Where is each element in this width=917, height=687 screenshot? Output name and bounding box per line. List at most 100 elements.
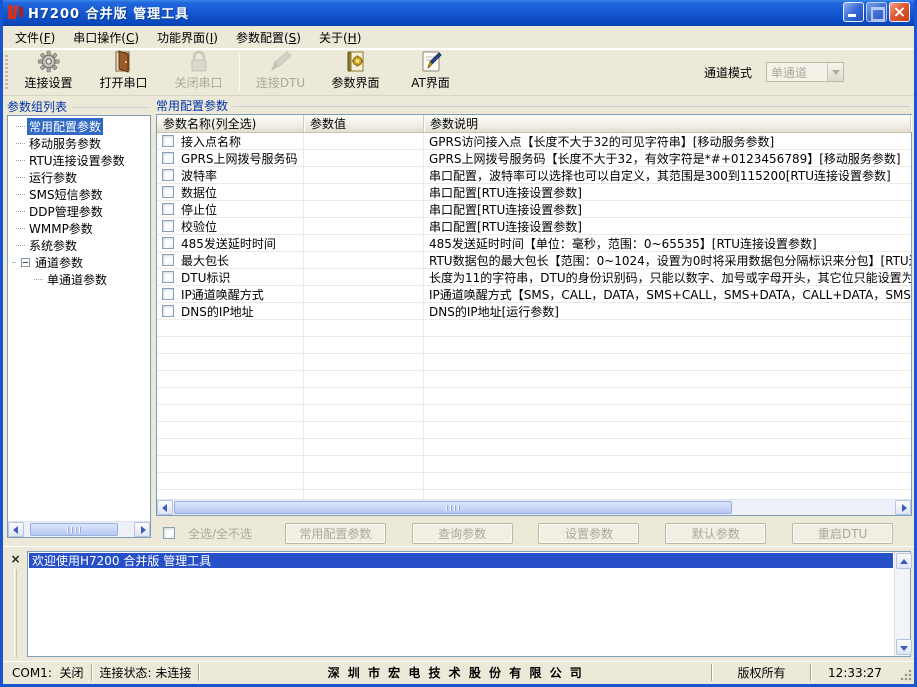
menu-param-config[interactable]: 参数配置(S) bbox=[227, 26, 310, 49]
common-params-button[interactable]: 常用配置参数 bbox=[285, 523, 386, 544]
row-checkbox[interactable] bbox=[162, 220, 174, 232]
row-checkbox[interactable] bbox=[162, 203, 174, 215]
param-value-cell[interactable] bbox=[304, 269, 424, 285]
table-row-7[interactable]: 最大包长RTU数据包的最大包长【范围：0~1024，设置为0时将采用数据包分隔标… bbox=[157, 252, 911, 269]
scroll-down-icon[interactable] bbox=[896, 639, 912, 655]
log-line-0[interactable]: 欢迎使用H7200 合并版 管理工具 bbox=[29, 553, 893, 568]
header-rule bbox=[72, 107, 149, 108]
param-value-cell[interactable] bbox=[304, 439, 424, 455]
param-value-cell[interactable] bbox=[304, 167, 424, 183]
param-value-cell[interactable] bbox=[304, 490, 424, 499]
minimize-button[interactable] bbox=[843, 2, 864, 22]
tree-item-8[interactable]: 通道参数 bbox=[8, 254, 150, 271]
menu-serial-ops[interactable]: 串口操作(C) bbox=[64, 26, 148, 49]
table-row-0[interactable]: 接入点名称GPRS访问接入点【长度不大于32的可见字符串】[移动服务参数] bbox=[157, 133, 911, 150]
param-value-cell[interactable] bbox=[304, 184, 424, 200]
param-description-cell bbox=[424, 456, 911, 472]
tree-scroll-thumb[interactable] bbox=[30, 523, 118, 536]
tree-item-6[interactable]: WMMP参数 bbox=[8, 220, 150, 237]
menu-function-ui[interactable]: 功能界面(I) bbox=[148, 26, 227, 49]
log-vertical-scrollbar[interactable] bbox=[894, 552, 910, 656]
param-value-cell[interactable] bbox=[304, 405, 424, 421]
at-ui-button[interactable]: AT界面 bbox=[393, 49, 468, 95]
table-row-10[interactable]: DNS的IP地址DNS的IP地址[运行参数] bbox=[157, 303, 911, 320]
param-value-cell[interactable] bbox=[304, 371, 424, 387]
tree-item-7[interactable]: 系统参数 bbox=[8, 237, 150, 254]
row-checkbox[interactable] bbox=[162, 152, 174, 164]
param-value-cell[interactable] bbox=[304, 337, 424, 353]
scroll-right-icon[interactable] bbox=[895, 500, 911, 515]
tree-item-4[interactable]: SMS短信参数 bbox=[8, 186, 150, 203]
connect-dtu-button[interactable]: 连接DTU bbox=[243, 49, 318, 95]
select-all-checkbox[interactable] bbox=[163, 527, 175, 539]
param-value-cell[interactable] bbox=[304, 422, 424, 438]
column-header-value[interactable]: 参数值 bbox=[304, 115, 424, 132]
close-button[interactable] bbox=[889, 2, 910, 22]
table-row-3[interactable]: 数据位串口配置[RTU连接设置参数] bbox=[157, 184, 911, 201]
param-value-cell[interactable] bbox=[304, 473, 424, 489]
collapse-minus-icon[interactable] bbox=[21, 258, 30, 267]
row-checkbox[interactable] bbox=[162, 135, 174, 147]
query-params-button[interactable]: 查询参数 bbox=[412, 523, 513, 544]
param-value-cell[interactable] bbox=[304, 235, 424, 251]
table-row-8[interactable]: DTU标识长度为11的字符串，DTU的身份识别码，只能以数字、加号或字母开头，其… bbox=[157, 269, 911, 286]
tree-item-1[interactable]: 移动服务参数 bbox=[8, 135, 150, 152]
column-header-name[interactable]: 参数名称(列全选) bbox=[157, 115, 304, 132]
row-checkbox[interactable] bbox=[162, 271, 174, 283]
toolbar-grip[interactable] bbox=[5, 55, 8, 89]
param-value-cell[interactable] bbox=[304, 320, 424, 336]
param-value-cell[interactable] bbox=[304, 456, 424, 472]
table-row-9[interactable]: IP通道唤醒方式IP通道唤醒方式【SMS，CALL，DATA，SMS+CALL，… bbox=[157, 286, 911, 303]
close-serial-button[interactable]: 关闭串口 bbox=[161, 49, 236, 95]
set-params-button[interactable]: 设置参数 bbox=[538, 523, 639, 544]
row-checkbox[interactable] bbox=[162, 237, 174, 249]
menu-file[interactable]: 文件(F) bbox=[6, 26, 64, 49]
row-checkbox[interactable] bbox=[162, 186, 174, 198]
maximize-button[interactable] bbox=[866, 2, 887, 22]
scroll-left-icon[interactable] bbox=[8, 522, 24, 537]
param-name-cell bbox=[157, 388, 304, 404]
table-row-5[interactable]: 校验位串口配置[RTU连接设置参数] bbox=[157, 218, 911, 235]
table-horizontal-scrollbar[interactable] bbox=[157, 499, 911, 515]
menu-about[interactable]: 关于(H) bbox=[310, 26, 370, 49]
param-value-cell[interactable] bbox=[304, 218, 424, 234]
params-ui-button[interactable]: 参数界面 bbox=[318, 49, 393, 95]
param-value-cell[interactable] bbox=[304, 252, 424, 268]
tree-item-0[interactable]: 常用配置参数 bbox=[8, 118, 150, 135]
tree-horizontal-scrollbar[interactable] bbox=[8, 521, 150, 537]
param-description-cell: 串口配置[RTU连接设置参数] bbox=[424, 218, 911, 234]
param-value-cell[interactable] bbox=[304, 150, 424, 166]
close-log-icon[interactable]: × bbox=[8, 552, 23, 566]
tree-item-3[interactable]: 运行参数 bbox=[8, 169, 150, 186]
channel-mode-select[interactable]: 单通道 bbox=[766, 62, 844, 82]
tree-item-2[interactable]: RTU连接设置参数 bbox=[8, 152, 150, 169]
column-header-description[interactable]: 参数说明 bbox=[424, 115, 911, 132]
row-checkbox[interactable] bbox=[162, 169, 174, 181]
row-checkbox[interactable] bbox=[162, 288, 174, 300]
table-row-4[interactable]: 停止位串口配置[RTU连接设置参数] bbox=[157, 201, 911, 218]
scroll-left-icon[interactable] bbox=[157, 500, 173, 515]
connection-settings-button[interactable]: 连接设置 bbox=[11, 49, 86, 95]
chevron-down-icon[interactable] bbox=[827, 63, 843, 81]
param-value-cell[interactable] bbox=[304, 388, 424, 404]
param-value-cell[interactable] bbox=[304, 201, 424, 217]
restart-dtu-button[interactable]: 重启DTU bbox=[792, 523, 893, 544]
tree-line bbox=[16, 194, 25, 195]
param-value-cell[interactable] bbox=[304, 303, 424, 319]
row-checkbox[interactable] bbox=[162, 305, 174, 317]
table-row-6[interactable]: 485发送延时时间485发送延时时间【单位：毫秒，范围：0~65535】[RTU… bbox=[157, 235, 911, 252]
resize-grip-icon[interactable] bbox=[898, 667, 912, 681]
open-serial-button[interactable]: 打开串口 bbox=[86, 49, 161, 95]
param-value-cell[interactable] bbox=[304, 133, 424, 149]
row-checkbox[interactable] bbox=[162, 254, 174, 266]
param-value-cell[interactable] bbox=[304, 354, 424, 370]
table-row-2[interactable]: 波特率串口配置，波特率可以选择也可以自定义，其范围是300到115200[RTU… bbox=[157, 167, 911, 184]
tree-item-9[interactable]: 单通道参数 bbox=[8, 271, 150, 288]
table-scroll-thumb[interactable] bbox=[174, 501, 732, 514]
param-value-cell[interactable] bbox=[304, 286, 424, 302]
table-row-1[interactable]: GPRS上网拨号服务码GPRS上网拨号服务码【长度不大于32，有效字符是*#+0… bbox=[157, 150, 911, 167]
tree-item-5[interactable]: DDP管理参数 bbox=[8, 203, 150, 220]
scroll-up-icon[interactable] bbox=[896, 553, 912, 569]
default-params-button[interactable]: 默认参数 bbox=[665, 523, 766, 544]
scroll-right-icon[interactable] bbox=[134, 522, 150, 537]
